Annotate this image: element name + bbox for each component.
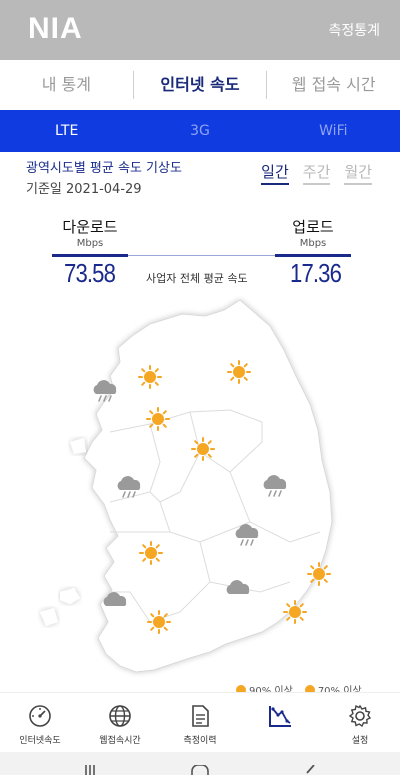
system-nav-bar: [0, 752, 400, 775]
tab-3g[interactable]: 3G: [133, 110, 266, 152]
back-icon[interactable]: [302, 765, 318, 775]
island: [70, 438, 86, 454]
base-date: 기준일 2021-04-29: [26, 182, 142, 197]
nav-statistics[interactable]: [240, 693, 320, 750]
sun-icon: [146, 407, 170, 431]
tab-web-access-time[interactable]: 웹 접속 시간: [267, 60, 400, 110]
island: [40, 608, 58, 626]
upload-label: 업로드: [292, 218, 334, 236]
nav-settings[interactable]: 설정: [320, 693, 400, 750]
nav-internet-speed[interactable]: 인터넷속도: [0, 693, 80, 750]
nav-label: 설정: [351, 736, 369, 746]
period-daily[interactable]: 일간: [261, 161, 289, 185]
tab-internet-speed[interactable]: 인터넷 속도: [134, 60, 267, 110]
home-icon[interactable]: [190, 765, 210, 775]
average-speed-caption: 사업자 전체 평균 속도: [146, 272, 248, 285]
korea-speed-map: [40, 299, 333, 673]
upload-value: 17.36: [290, 258, 342, 288]
sun-icon: [139, 541, 163, 565]
tab-my-stats[interactable]: 내 통계: [0, 60, 133, 110]
speedometer-icon: [29, 705, 51, 727]
nav-label: 웹접속시간: [99, 736, 141, 746]
nav-measurement-history[interactable]: 측정이력: [160, 693, 240, 750]
globe-icon: [109, 705, 131, 727]
speed-divider-line: [128, 255, 275, 256]
tab-wifi[interactable]: WiFi: [267, 110, 400, 152]
sun-icon: [147, 610, 171, 634]
download-value: 73.58: [64, 258, 116, 288]
network-tabs: LTE 3G WiFi: [0, 110, 400, 152]
upload-underline: [275, 254, 351, 257]
island: [60, 588, 80, 604]
bottom-navigation: 인터넷속도 웹접속시간 측정이력 설정: [0, 692, 400, 750]
stats-menu-button[interactable]: 측정통계: [328, 20, 380, 40]
tab-lte[interactable]: LTE: [0, 110, 133, 152]
download-unit: Mbps: [76, 238, 104, 249]
sun-icon: [191, 437, 215, 461]
sun-icon: [283, 600, 307, 624]
upload-header: 업로드 Mbps: [275, 216, 351, 249]
upload-unit: Mbps: [299, 238, 327, 249]
nav-web-access-time[interactable]: 웹접속시간: [80, 693, 160, 750]
document-icon: [192, 705, 209, 727]
sun-icon: [307, 562, 331, 586]
forecast-title: 광역시도별 평균 속도 기상도: [26, 161, 182, 176]
nav-label: 측정이력: [183, 736, 217, 746]
gear-icon: [348, 704, 372, 728]
period-selector: 일간 주간 월간: [261, 161, 372, 185]
sun-icon: [138, 365, 162, 389]
download-underline: [52, 254, 128, 257]
recent-apps-icon[interactable]: [82, 765, 98, 775]
main-tabs: 내 통계 인터넷 속도 웹 접속 시간: [0, 60, 400, 110]
chart-icon: [269, 706, 291, 727]
download-header: 다운로드 Mbps: [52, 216, 128, 249]
download-label: 다운로드: [62, 218, 118, 236]
period-weekly[interactable]: 주간: [302, 161, 331, 185]
app-bar: NIA 측정통계: [0, 0, 400, 60]
sun-icon: [227, 360, 251, 384]
nav-label: 인터넷속도: [19, 736, 61, 746]
app-logo: NIA: [28, 12, 83, 45]
period-monthly[interactable]: 월간: [344, 161, 372, 185]
